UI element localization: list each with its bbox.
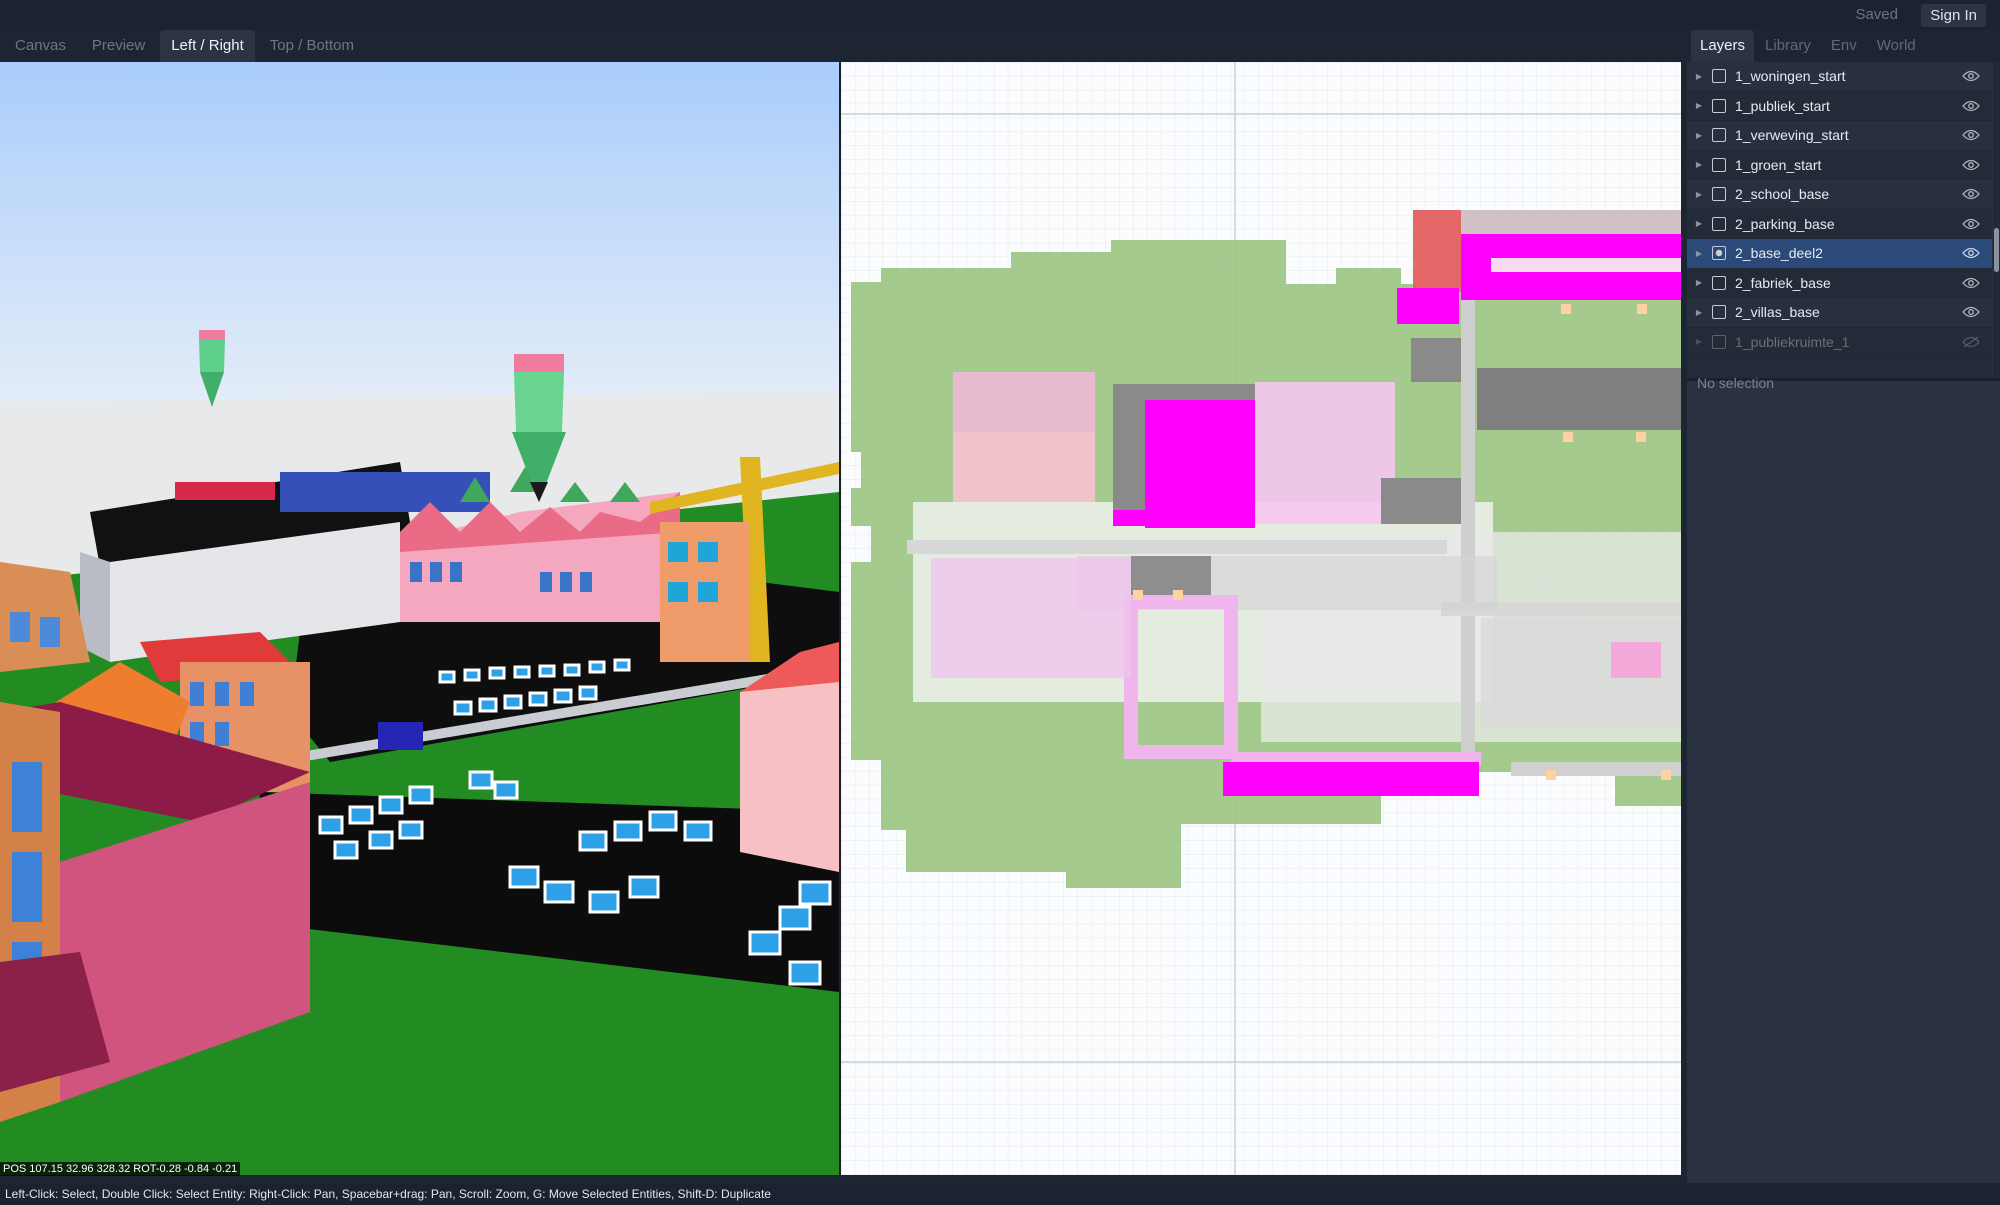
- expand-chevron-icon[interactable]: ▶: [1692, 219, 1706, 228]
- eye-icon[interactable]: [1960, 247, 1982, 259]
- pink-block-center: [1255, 382, 1395, 524]
- layer-name: 1_publiek_start: [1735, 97, 1830, 114]
- eye-icon[interactable]: [1960, 188, 1982, 200]
- scroll-thumb[interactable]: [1994, 228, 1999, 272]
- magenta-strip-bottom: [1223, 762, 1479, 796]
- save-status: Saved: [1855, 6, 1898, 23]
- parking-dark: [1477, 368, 1681, 430]
- view-mode-tabs: Canvas Preview Left / Right Top / Bottom: [0, 30, 365, 62]
- eye-icon[interactable]: [1960, 159, 1982, 171]
- eye-icon[interactable]: [1960, 70, 1982, 82]
- layer-list-scrollbar[interactable]: [1993, 62, 2000, 378]
- tab-canvas[interactable]: Canvas: [4, 30, 77, 62]
- tab-left-right[interactable]: Left / Right: [160, 30, 255, 62]
- layer-name: 1_publiekruimte_1: [1735, 333, 1850, 350]
- layer-row[interactable]: ▶ 2_parking_base: [1687, 210, 1992, 239]
- layer-checkbox[interactable]: [1712, 98, 1726, 113]
- eye-icon[interactable]: [1960, 100, 1982, 112]
- tab-world[interactable]: World: [1868, 30, 1925, 62]
- controls-hint: Left-Click: Select, Double Click: Select…: [5, 1187, 771, 1201]
- layer-row[interactable]: ▶ 2_villas_base: [1687, 298, 1992, 328]
- road-vertical: [1461, 300, 1475, 780]
- layer-row[interactable]: ▶ 1_verweving_start: [1687, 121, 1992, 151]
- expand-chevron-icon[interactable]: ▶: [1692, 190, 1706, 199]
- layer-checkbox[interactable]: [1712, 69, 1726, 84]
- layer-name: 2_villas_base: [1735, 304, 1820, 321]
- layer-checkbox[interactable]: [1712, 275, 1726, 290]
- layer-name: 2_fabriek_base: [1735, 274, 1831, 291]
- tab-library[interactable]: Library: [1756, 30, 1820, 62]
- layer-name: 1_verweving_start: [1735, 127, 1849, 144]
- tab-top-bottom[interactable]: Top / Bottom: [259, 30, 365, 62]
- layer-checkbox[interactable]: [1712, 128, 1726, 143]
- layer-name: 2_base_deel2: [1735, 245, 1823, 262]
- layer-name: 2_parking_base: [1735, 215, 1835, 232]
- magenta-block: [1145, 400, 1255, 528]
- eye-icon[interactable]: [1960, 218, 1982, 230]
- eye-icon[interactable]: [1960, 277, 1982, 289]
- layer-checkbox[interactable]: [1712, 246, 1726, 261]
- eye-icon[interactable]: [1960, 129, 1982, 141]
- eye-hidden-icon[interactable]: [1960, 336, 1982, 348]
- right-panel: Layers Library Env World ▶ 1_woningen_st…: [1687, 30, 2000, 1183]
- layer-row[interactable]: ▶ 2_school_base: [1687, 180, 1992, 210]
- expand-chevron-icon[interactable]: ▶: [1692, 337, 1706, 346]
- layer-name: 1_woningen_start: [1735, 68, 1846, 85]
- layer-row[interactable]: ▶ 1_publiek_start: [1687, 92, 1992, 121]
- layer-name: 2_school_base: [1735, 186, 1830, 203]
- expand-chevron-icon[interactable]: ▶: [1692, 72, 1706, 81]
- layer-list: ▶ 1_woningen_start ▶ 1_publiek_start ▶ 1…: [1687, 62, 1992, 378]
- sign-in-button[interactable]: Sign In: [1921, 4, 1986, 27]
- layer-row[interactable]: ▶ 1_publiekruimte_1: [1687, 328, 1992, 357]
- layer-row-selected[interactable]: ▶ 2_base_deel2: [1687, 239, 1992, 269]
- expand-chevron-icon[interactable]: ▶: [1692, 308, 1706, 317]
- layer-checkbox[interactable]: [1712, 305, 1726, 320]
- layer-row[interactable]: ▶ 1_groen_start: [1687, 151, 1992, 180]
- road-horizontal: [907, 540, 1447, 554]
- 3d-scene: [0, 62, 839, 1175]
- expand-chevron-icon[interactable]: ▶: [1692, 131, 1706, 140]
- factory-blue-band: [280, 472, 490, 512]
- layer-checkbox[interactable]: [1712, 216, 1726, 231]
- house-right-pink: [740, 662, 839, 872]
- layer-checkbox[interactable]: [1712, 334, 1726, 349]
- eye-icon[interactable]: [1960, 306, 1982, 318]
- tab-preview[interactable]: Preview: [81, 30, 156, 62]
- layer-checkbox[interactable]: [1712, 157, 1726, 172]
- expand-chevron-icon[interactable]: ▶: [1692, 160, 1706, 169]
- layer-name: 1_groen_start: [1735, 156, 1822, 173]
- tab-env[interactable]: Env: [1822, 30, 1866, 62]
- expand-chevron-icon[interactable]: ▶: [1692, 249, 1706, 258]
- inspector-empty-label: No selection: [1697, 375, 1775, 391]
- 3d-viewport[interactable]: [0, 62, 839, 1175]
- truck: [378, 722, 423, 750]
- red-block: [1413, 210, 1461, 292]
- map-canvas: [841, 62, 1681, 1175]
- layer-checkbox[interactable]: [1712, 187, 1726, 202]
- expand-chevron-icon[interactable]: ▶: [1692, 278, 1706, 287]
- map-grid-view[interactable]: [841, 62, 1681, 1175]
- top-bar: Saved Sign In: [0, 0, 2000, 30]
- panel-tabs: Layers Library Env World: [1687, 30, 2000, 62]
- layer-row[interactable]: ▶ 2_fabriek_base: [1687, 269, 1992, 298]
- tab-layers[interactable]: Layers: [1691, 30, 1755, 62]
- expand-chevron-icon[interactable]: ▶: [1692, 101, 1706, 110]
- layer-row[interactable]: ▶ 1_woningen_start: [1687, 62, 1992, 92]
- status-bar: Left-Click: Select, Double Click: Select…: [0, 1183, 2000, 1205]
- position-readout: POS 107.15 32.96 328.32 ROT-0.28 -0.84 -…: [0, 1162, 241, 1176]
